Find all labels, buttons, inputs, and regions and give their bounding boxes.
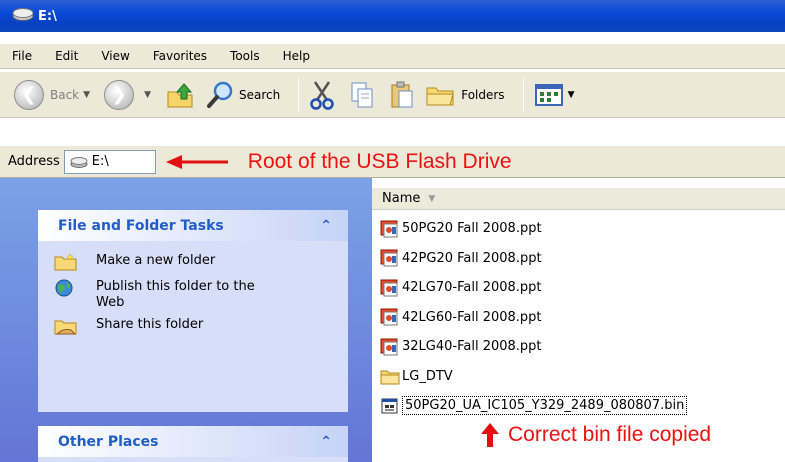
back-arrow-icon: ❮	[14, 79, 44, 110]
file-name: 50PG20_UA_IC105_Y329_2489_080807.bin	[402, 396, 688, 416]
drive-icon	[70, 156, 88, 168]
task-share-folder[interactable]: Share this folder	[54, 317, 348, 335]
file-item[interactable]: 42LG60-Fall 2008.ppt	[380, 303, 687, 333]
cut-icon[interactable]	[309, 80, 335, 110]
file-name: 42LG60-Fall 2008.ppt	[402, 309, 542, 325]
ppt-icon	[380, 279, 400, 297]
task-publish-folder[interactable]: Publish this folder to the Web	[54, 279, 348, 311]
task-make-new-folder[interactable]: Make a new folder	[54, 253, 348, 271]
task-sidebar: File and Folder Tasks ⌃ Make a new folde…	[0, 178, 372, 462]
title-bar: E:\	[0, 0, 785, 32]
paste-icon[interactable]	[389, 80, 415, 110]
new-folder-icon	[54, 253, 78, 271]
search-button[interactable]: Search	[205, 80, 280, 110]
globe-icon	[54, 279, 78, 297]
address-label: Address	[8, 154, 60, 169]
bin-annotation: Correct bin file copied	[480, 422, 711, 448]
folders-label: Folders	[461, 87, 505, 102]
toolbar-divider	[298, 77, 300, 112]
menu-file[interactable]: File	[12, 49, 32, 63]
menu-tools[interactable]: Tools	[230, 49, 260, 63]
sort-arrow-icon: ▼	[428, 193, 436, 204]
menu-bar: File Edit View Favorites Tools Help	[0, 43, 785, 69]
menu-favorites[interactable]: Favorites	[153, 49, 207, 63]
ppt-icon	[380, 220, 400, 238]
back-dropdown-icon[interactable]: ▼	[83, 90, 90, 100]
file-item[interactable]: 32LG40-Fall 2008.ppt	[380, 332, 687, 362]
file-item[interactable]: 42LG70-Fall 2008.ppt	[380, 273, 687, 303]
file-folder-tasks-panel: File and Folder Tasks ⌃ Make a new folde…	[38, 210, 348, 412]
other-places-header[interactable]: Other Places ⌃	[38, 426, 348, 457]
folders-button[interactable]: Folders	[425, 82, 505, 108]
window-title: E:\	[38, 8, 57, 24]
file-folder-tasks-header[interactable]: File and Folder Tasks ⌃	[38, 210, 348, 241]
task-label: Publish this folder to the Web	[96, 279, 255, 310]
address-input[interactable]: E:\	[63, 149, 156, 174]
folder-icon	[380, 367, 400, 385]
ppt-icon	[380, 308, 400, 326]
copy-icon[interactable]	[349, 80, 375, 110]
other-places-panel: Other Places ⌃	[38, 426, 348, 462]
column-label: Name	[382, 191, 421, 206]
file-name: 50PG20 Fall 2008.ppt	[402, 221, 542, 237]
bin-file-icon	[380, 397, 400, 415]
collapse-chevron-icon[interactable]: ⌃	[320, 434, 332, 450]
file-list-pane: Name ▼ 50PG20 Fall 2008.ppt 42PG20 Fall …	[372, 178, 785, 462]
search-label: Search	[238, 87, 281, 102]
task-label: Make a new folder	[96, 253, 216, 268]
toolbar: ❮ Back ▼ ❯ ▼ Search Folders ▼	[0, 72, 785, 118]
file-name: 42LG70-Fall 2008.ppt	[402, 280, 542, 296]
ppt-icon	[380, 338, 400, 356]
back-label: Back	[50, 87, 80, 102]
folder-item[interactable]: LG_DTV	[380, 362, 687, 392]
menu-view[interactable]: View	[101, 49, 129, 63]
search-icon	[205, 80, 235, 110]
drive-icon	[12, 7, 34, 25]
forward-button[interactable]: ❯ ▼	[104, 79, 157, 110]
file-item[interactable]: 42PG20 Fall 2008.ppt	[380, 244, 687, 274]
address-value: E:\	[91, 154, 109, 169]
menu-help[interactable]: Help	[283, 49, 310, 63]
views-dropdown-icon[interactable]: ▼	[568, 90, 575, 100]
panel-title: Other Places	[58, 433, 159, 450]
panel-title: File and Folder Tasks	[58, 217, 224, 234]
share-folder-icon	[54, 317, 78, 335]
up-folder-icon[interactable]	[165, 80, 195, 110]
bin-annotation-text: Correct bin file copied	[508, 423, 712, 446]
file-name: 32LG40-Fall 2008.ppt	[402, 339, 542, 355]
file-list: 50PG20 Fall 2008.ppt 42PG20 Fall 2008.pp…	[380, 214, 688, 421]
annotation-arrow-left-icon	[164, 153, 230, 171]
views-icon	[534, 82, 564, 108]
file-name: 42PG20 Fall 2008.ppt	[402, 250, 542, 266]
toolbar-divider	[522, 77, 524, 112]
column-header-name[interactable]: Name ▼	[372, 188, 785, 210]
forward-arrow-icon: ❯	[104, 79, 135, 110]
file-item-selected[interactable]: 50PG20_UA_IC105_Y329_2489_080807.bin	[380, 391, 688, 421]
collapse-chevron-icon[interactable]: ⌃	[320, 218, 332, 234]
file-item[interactable]: 50PG20 Fall 2008.ppt	[380, 214, 687, 244]
menu-edit[interactable]: Edit	[55, 49, 78, 63]
folders-icon	[425, 82, 455, 108]
ppt-icon	[380, 249, 400, 267]
folder-name: LG_DTV	[402, 368, 453, 384]
address-bar: Address E:\ Root of the USB Flash Drive	[0, 146, 785, 178]
task-label: Share this folder	[96, 317, 204, 332]
back-button[interactable]: ❮ Back ▼	[14, 79, 96, 110]
views-button[interactable]: ▼	[534, 82, 581, 108]
address-annotation: Root of the USB Flash Drive	[247, 149, 512, 173]
forward-dropdown-icon[interactable]: ▼	[144, 90, 151, 100]
annotation-arrow-up-icon	[480, 422, 500, 448]
